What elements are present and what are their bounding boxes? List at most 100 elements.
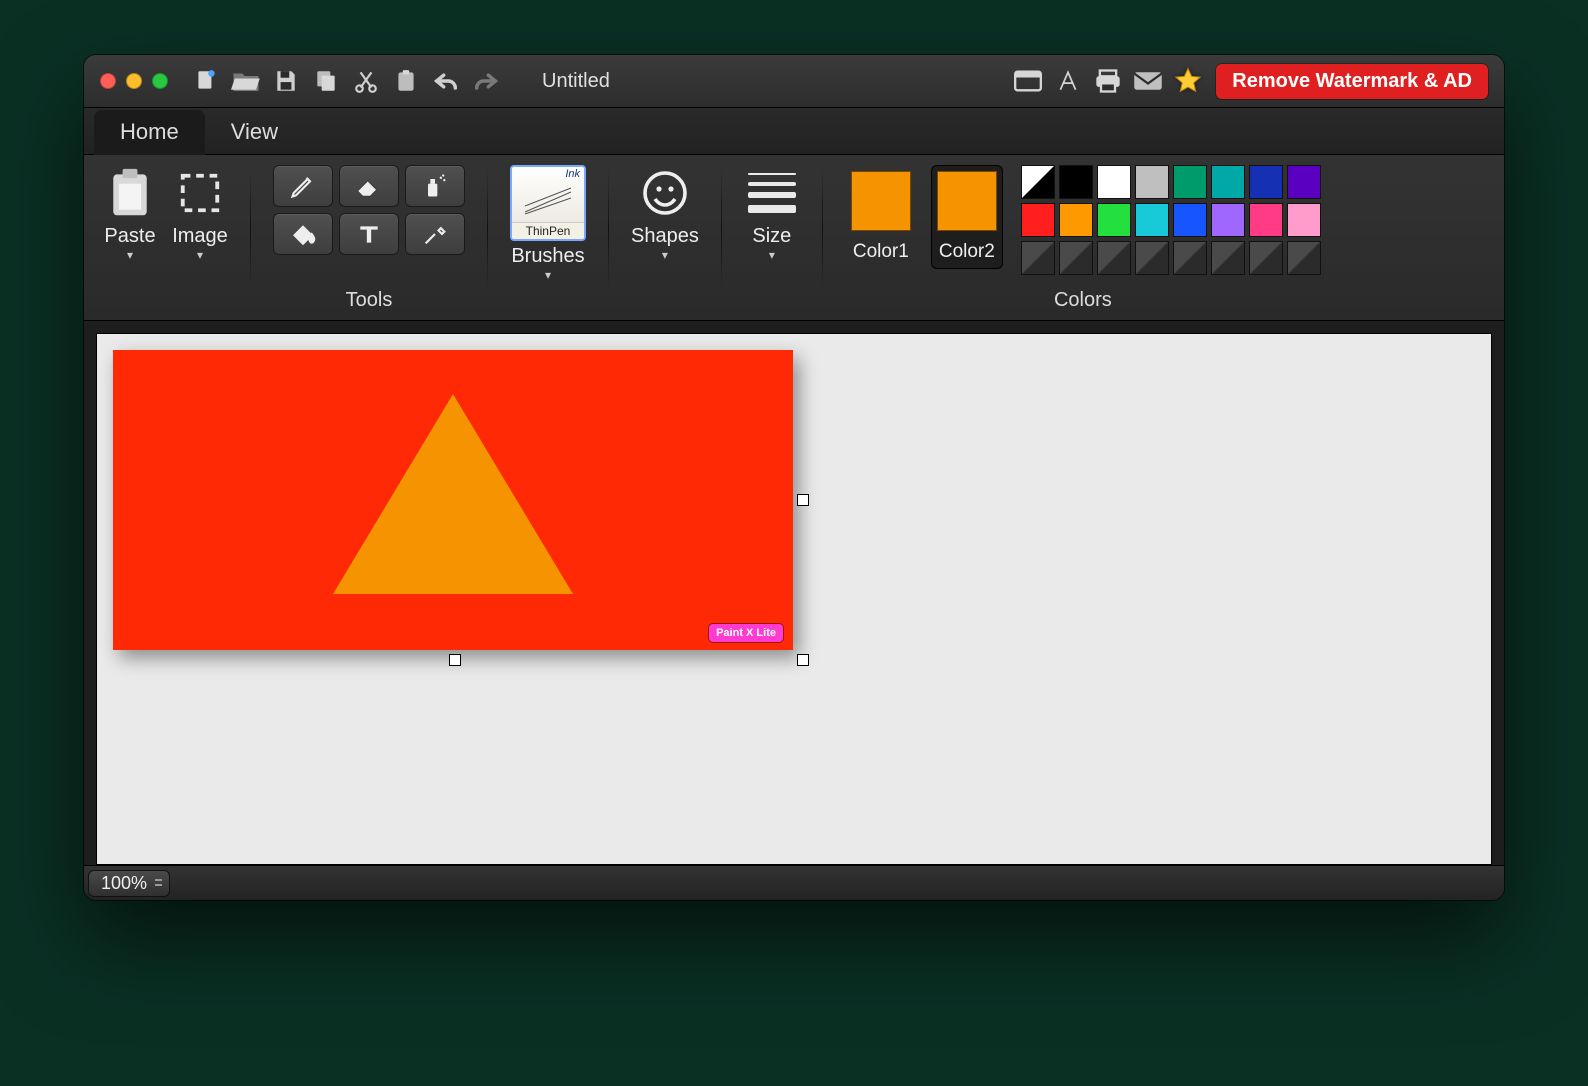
- paste-button[interactable]: [388, 63, 424, 99]
- colors-group-label: Colors: [1054, 286, 1112, 314]
- canvas[interactable]: Paint X Lite: [113, 350, 793, 650]
- brush-ink-label: Ink: [512, 167, 584, 180]
- palette-swatch[interactable]: [1097, 241, 1131, 275]
- chevron-down-icon: ▾: [545, 268, 551, 282]
- spray-tool[interactable]: [405, 165, 465, 207]
- palette-swatch[interactable]: [1097, 165, 1131, 199]
- watermark-badge: Paint X Lite: [709, 624, 783, 642]
- resize-handle-s[interactable]: [449, 654, 461, 666]
- brush-name: ThinPen: [512, 222, 584, 239]
- print-button[interactable]: [1090, 63, 1126, 99]
- chevron-down-icon: ▾: [127, 248, 133, 262]
- palette-swatch[interactable]: [1021, 203, 1055, 237]
- palette-swatch[interactable]: [1173, 241, 1207, 275]
- image-stack[interactable]: Image ▾: [172, 165, 228, 262]
- paste-stack[interactable]: Paste ▾: [102, 165, 158, 262]
- palette-swatch[interactable]: [1211, 203, 1245, 237]
- palette-swatch[interactable]: [1021, 165, 1055, 199]
- size-picker[interactable]: Size ▾: [744, 165, 800, 262]
- palette-swatch[interactable]: [1249, 165, 1283, 199]
- copy-button[interactable]: [308, 63, 344, 99]
- document-title: Untitled: [542, 70, 610, 93]
- minimize-window-button[interactable]: [126, 73, 142, 89]
- titlebar: Untitled Remove Watermark & AD: [84, 55, 1504, 108]
- eraser-tool[interactable]: [339, 165, 399, 207]
- color1-swatch: [851, 171, 911, 231]
- resize-handle-se[interactable]: [797, 654, 809, 666]
- ribbon: Paste ▾ Image ▾ .: [84, 155, 1504, 321]
- cut-button[interactable]: [348, 63, 384, 99]
- undo-button[interactable]: [428, 63, 464, 99]
- palette-swatch[interactable]: [1249, 203, 1283, 237]
- brush-picker[interactable]: Ink ThinPen Brushes ▾: [510, 165, 586, 282]
- selection-icon: [172, 165, 228, 221]
- shapes-label: Shapes: [631, 225, 699, 248]
- color2-well[interactable]: Color2: [931, 165, 1003, 269]
- palette-swatch[interactable]: [1287, 203, 1321, 237]
- window-controls: [100, 73, 168, 89]
- shapes-group: Shapes ▾ .: [625, 165, 705, 314]
- text-tool[interactable]: [339, 213, 399, 255]
- palette-swatch[interactable]: [1059, 241, 1093, 275]
- color-palette: [1021, 165, 1321, 275]
- eyedropper-tool[interactable]: [405, 213, 465, 255]
- palette-swatch[interactable]: [1021, 241, 1055, 275]
- app-window: Untitled Remove Watermark & AD Home View: [84, 55, 1504, 900]
- resize-handle-e[interactable]: [797, 494, 809, 506]
- palette-swatch[interactable]: [1211, 165, 1245, 199]
- image-label: Image: [172, 225, 228, 248]
- mail-button[interactable]: [1130, 63, 1166, 99]
- font-button[interactable]: [1050, 63, 1086, 99]
- brush-thumbnail: Ink ThinPen: [510, 165, 586, 241]
- palette-swatch[interactable]: [1135, 241, 1169, 275]
- palette-swatch[interactable]: [1249, 241, 1283, 275]
- canvas-viewport[interactable]: Paint X Lite: [96, 333, 1492, 865]
- clipboard-icon: [102, 165, 158, 221]
- shapes-picker[interactable]: Shapes ▾: [631, 165, 699, 262]
- tab-view[interactable]: View: [205, 109, 304, 155]
- stroke-size-icon: [744, 165, 800, 221]
- palette-swatch[interactable]: [1173, 203, 1207, 237]
- palette-swatch[interactable]: [1059, 165, 1093, 199]
- palette-swatch[interactable]: [1097, 203, 1131, 237]
- paste-label: Paste: [104, 225, 155, 248]
- palette-swatch[interactable]: [1173, 165, 1207, 199]
- color1-well[interactable]: Color1: [845, 165, 917, 269]
- triangle-shape[interactable]: [333, 394, 573, 594]
- size-group: Size ▾ .: [738, 165, 806, 314]
- quick-toolbar: [188, 63, 504, 99]
- chevron-down-icon: ▾: [769, 248, 775, 262]
- save-button[interactable]: [268, 63, 304, 99]
- tools-group: Tools: [267, 165, 471, 314]
- brushes-group: Ink ThinPen Brushes ▾ .: [504, 165, 592, 314]
- brushes-label: Brushes: [511, 245, 584, 268]
- favorite-button[interactable]: [1170, 63, 1206, 99]
- redo-button[interactable]: [468, 63, 504, 99]
- work-area: Paint X Lite: [84, 321, 1504, 865]
- palette-swatch[interactable]: [1059, 203, 1093, 237]
- zoom-value: 100%: [101, 873, 147, 893]
- palette-swatch[interactable]: [1287, 165, 1321, 199]
- smiley-icon: [637, 165, 693, 221]
- close-window-button[interactable]: [100, 73, 116, 89]
- fill-tool[interactable]: [273, 213, 333, 255]
- color1-label: Color1: [853, 241, 909, 263]
- window-icon[interactable]: [1010, 63, 1046, 99]
- palette-swatch[interactable]: [1287, 241, 1321, 275]
- palette-swatch[interactable]: [1211, 241, 1245, 275]
- color2-label: Color2: [939, 241, 995, 263]
- pencil-tool[interactable]: [273, 165, 333, 207]
- clipboard-group: Paste ▾ Image ▾ .: [96, 165, 234, 314]
- palette-swatch[interactable]: [1135, 165, 1169, 199]
- tab-home[interactable]: Home: [94, 109, 205, 155]
- color2-swatch: [937, 171, 997, 231]
- remove-watermark-button[interactable]: Remove Watermark & AD: [1216, 64, 1488, 99]
- chevron-down-icon: ▾: [197, 248, 203, 262]
- ribbon-tabs: Home View: [84, 108, 1504, 155]
- zoom-control[interactable]: 100%: [88, 870, 170, 897]
- zoom-window-button[interactable]: [152, 73, 168, 89]
- palette-swatch[interactable]: [1135, 203, 1169, 237]
- chevron-down-icon: ▾: [662, 248, 668, 262]
- open-file-button[interactable]: [228, 63, 264, 99]
- new-file-button[interactable]: [188, 63, 224, 99]
